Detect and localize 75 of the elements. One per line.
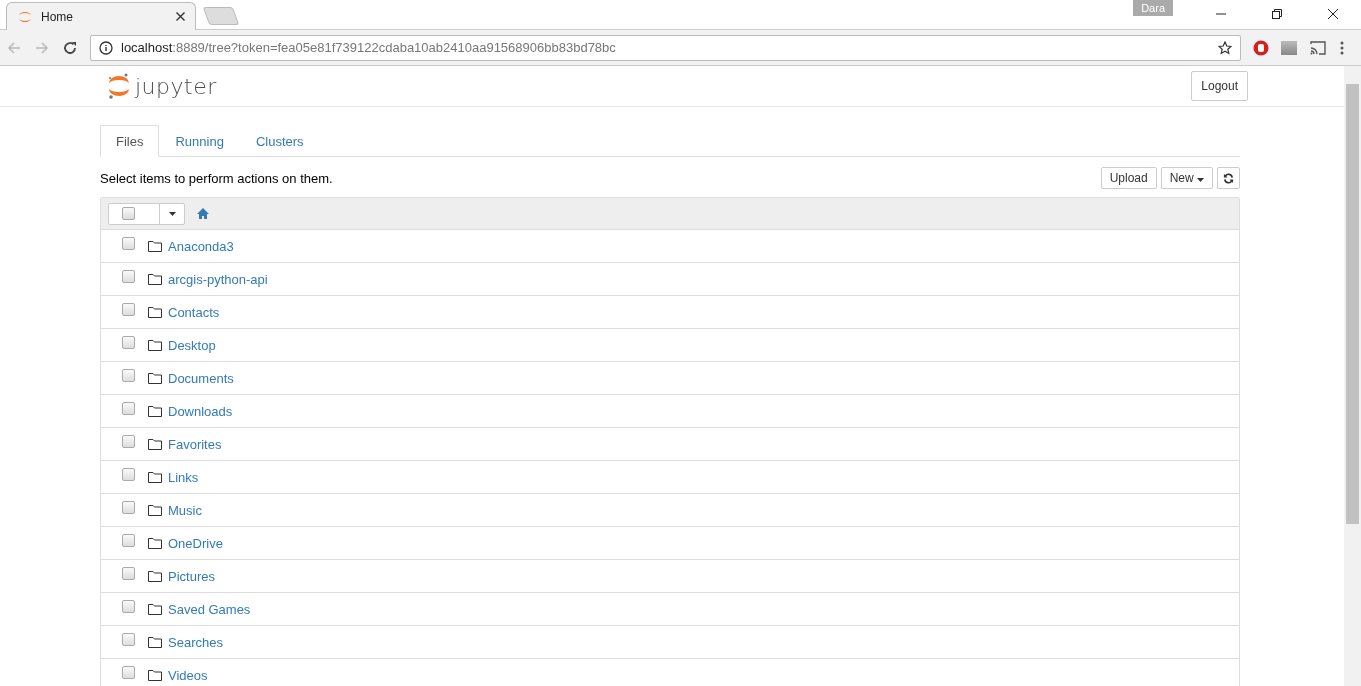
forward-icon[interactable] bbox=[34, 39, 50, 56]
extension-icon[interactable] bbox=[1281, 40, 1297, 55]
stop-sign-icon[interactable] bbox=[1253, 39, 1269, 56]
upload-button[interactable]: Upload bbox=[1100, 167, 1157, 189]
folder-link[interactable]: Downloads bbox=[168, 403, 233, 419]
checkbox[interactable] bbox=[122, 401, 135, 415]
browser-tab[interactable]: Home bbox=[6, 2, 196, 30]
folder-icon bbox=[148, 669, 162, 681]
folder-link[interactable]: OneDrive bbox=[168, 535, 223, 551]
checkbox[interactable] bbox=[122, 467, 135, 481]
select-all-dropdown[interactable] bbox=[108, 202, 185, 225]
folder-icon bbox=[148, 339, 162, 351]
folder-icon bbox=[148, 603, 162, 615]
refresh-icon bbox=[1223, 172, 1234, 184]
close-icon[interactable] bbox=[1327, 8, 1339, 20]
checkbox[interactable] bbox=[122, 566, 135, 580]
refresh-button[interactable] bbox=[1217, 167, 1240, 189]
folder-icon bbox=[148, 570, 162, 582]
instructions-text: Select items to perform actions on them. bbox=[100, 170, 333, 186]
checkbox[interactable] bbox=[122, 368, 135, 382]
menu-icon[interactable] bbox=[1339, 39, 1345, 56]
folder-link[interactable]: Desktop bbox=[168, 337, 216, 353]
folder-link[interactable]: Favorites bbox=[168, 436, 222, 452]
folder-icon bbox=[148, 636, 162, 648]
folder-link[interactable]: arcgis-python-api bbox=[168, 271, 268, 287]
folder-icon bbox=[148, 405, 162, 417]
home-icon[interactable] bbox=[197, 208, 209, 219]
folder-link[interactable]: Videos bbox=[168, 667, 208, 683]
cast-icon[interactable] bbox=[1309, 39, 1327, 56]
checkbox[interactable] bbox=[122, 335, 135, 349]
new-tab-button[interactable] bbox=[202, 7, 240, 25]
tab[interactable]: Files bbox=[100, 125, 160, 157]
scrollbar-thumb[interactable] bbox=[1346, 84, 1359, 524]
checkbox[interactable] bbox=[122, 434, 135, 448]
checkbox[interactable] bbox=[122, 206, 135, 220]
checkbox[interactable] bbox=[122, 599, 135, 613]
folder-icon bbox=[148, 537, 162, 549]
caret-icon bbox=[168, 211, 176, 216]
folder-icon bbox=[148, 372, 162, 384]
folder-icon bbox=[148, 471, 162, 483]
folder-link[interactable]: Searches bbox=[168, 634, 223, 650]
checkbox[interactable] bbox=[122, 500, 135, 514]
folder-link[interactable]: Anaconda3 bbox=[168, 238, 234, 254]
jupyter-logo[interactable]: jupyter bbox=[107, 72, 217, 100]
folder-link[interactable]: Pictures bbox=[168, 568, 215, 584]
folder-link[interactable]: Music bbox=[168, 502, 202, 518]
checkbox[interactable] bbox=[122, 632, 135, 646]
back-icon[interactable] bbox=[6, 39, 22, 56]
close-icon[interactable] bbox=[176, 12, 185, 21]
tab[interactable]: Clusters bbox=[239, 125, 320, 157]
checkbox[interactable] bbox=[122, 533, 135, 547]
folder-icon bbox=[148, 438, 162, 450]
url-text: localhost:8889/tree?token=fea05e81f739122cdaba10ab2410aa91568906bb83bd78bc bbox=[121, 40, 616, 55]
tab-title: Home bbox=[41, 9, 74, 24]
folder-link[interactable]: Saved Games bbox=[168, 601, 251, 617]
restore-icon[interactable] bbox=[1271, 8, 1283, 20]
checkbox[interactable] bbox=[122, 236, 135, 250]
caret-icon bbox=[1197, 178, 1204, 182]
checkbox[interactable] bbox=[122, 269, 135, 283]
bookmark-star-icon[interactable] bbox=[1218, 40, 1232, 55]
checkbox[interactable] bbox=[122, 665, 135, 679]
folder-icon bbox=[148, 504, 162, 516]
folder-link[interactable]: Documents bbox=[168, 370, 234, 386]
folder-link[interactable]: Links bbox=[168, 469, 199, 485]
reload-icon[interactable] bbox=[62, 39, 78, 56]
address-field[interactable]: localhost:8889/tree?token=fea05e81f739122cdaba10ab2410aa91568906bb83bd78bc bbox=[90, 34, 1241, 61]
new-dropdown-button[interactable]: New bbox=[1160, 167, 1213, 189]
checkbox[interactable] bbox=[122, 302, 135, 316]
info-icon bbox=[99, 40, 113, 55]
folder-icon bbox=[148, 240, 162, 252]
folder-icon bbox=[148, 306, 162, 318]
folder-link[interactable]: Contacts bbox=[168, 304, 220, 320]
folder-icon bbox=[148, 273, 162, 285]
logout-button[interactable]: Logout bbox=[1191, 71, 1248, 101]
tab[interactable]: Running bbox=[159, 125, 240, 157]
